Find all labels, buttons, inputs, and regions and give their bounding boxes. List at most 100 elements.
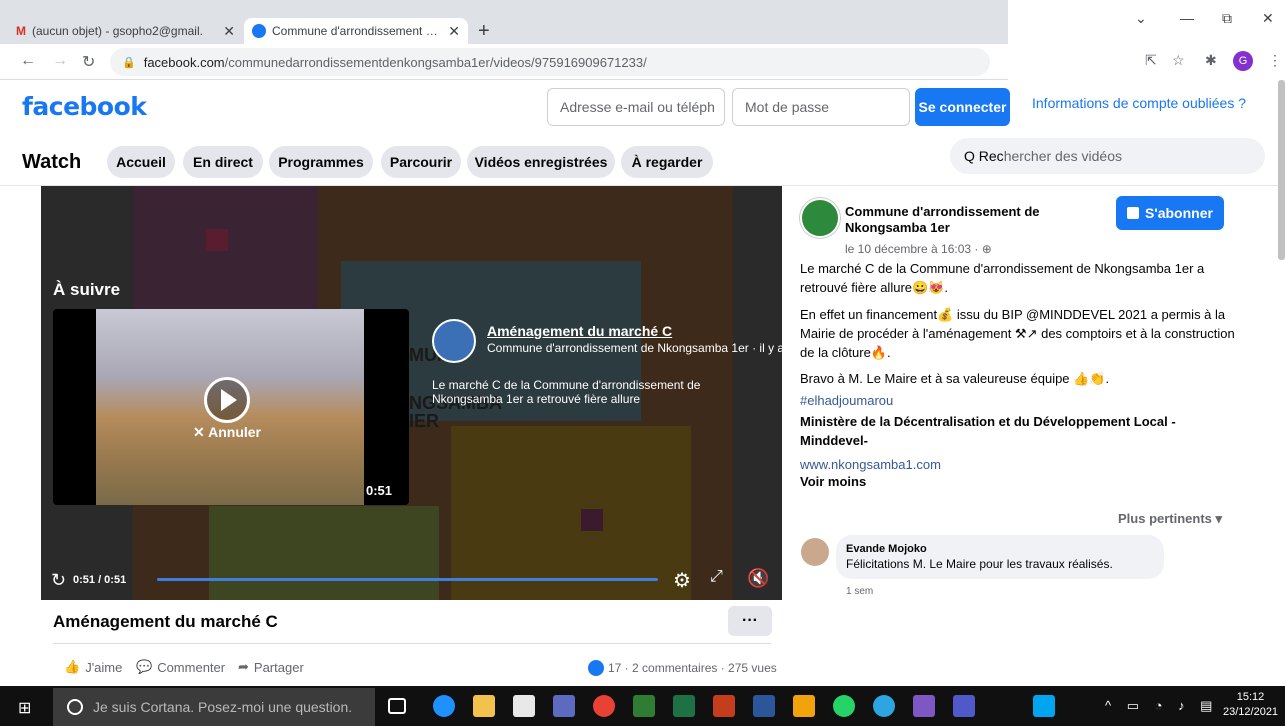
replay-icon[interactable]: ↻ — [51, 570, 66, 591]
app-icon[interactable] — [553, 695, 575, 717]
settings-gear-icon[interactable]: ⚙ — [673, 568, 691, 593]
clock-date: 23/12/2021 — [1223, 706, 1279, 718]
excel-icon[interactable] — [673, 695, 695, 717]
new-tab-button[interactable]: + — [478, 18, 490, 44]
address-bar[interactable]: 🔒 facebook.com/communedarrondissementden… — [110, 48, 990, 76]
edge-icon[interactable] — [433, 695, 455, 717]
profile-avatar[interactable]: G — [1233, 51, 1253, 71]
see-less-link[interactable]: Voir moins — [800, 474, 866, 489]
minimize-icon[interactable]: — — [1180, 10, 1194, 26]
mute-icon[interactable]: 🔇 — [747, 568, 769, 589]
hashtag-link[interactable]: #elhadjoumarou — [800, 393, 893, 408]
close-tab-icon[interactable]: ✕ — [448, 23, 460, 40]
tab-facebook[interactable]: Commune d'arrondissement de N ✕ — [244, 18, 468, 44]
play-icon — [221, 389, 237, 411]
divider — [53, 643, 771, 644]
reload-icon[interactable]: ↻ — [82, 52, 95, 72]
up-next-label: À suivre — [53, 280, 121, 299]
url-path: /communedarrondissementdenkongsamba1er/v… — [224, 54, 647, 70]
close-tab-icon[interactable]: ✕ — [223, 23, 235, 40]
bg-text-line: IER — [409, 411, 440, 431]
app-icon[interactable] — [793, 695, 815, 717]
lock-icon: 🔒 — [122, 56, 136, 69]
comment-icon: 💬 — [136, 659, 153, 674]
tab-a-regarder[interactable]: À regarder — [621, 146, 713, 178]
video-block — [581, 509, 603, 531]
like-button[interactable]: 👍 J'aime — [64, 659, 122, 675]
password-field[interactable]: Mot de passe — [732, 88, 910, 126]
next-video-title[interactable]: Aménagement du marché C — [487, 323, 672, 339]
maximize-icon[interactable]: ⧉ — [1222, 10, 1232, 27]
fullscreen-icon[interactable]: ⤢ — [710, 568, 723, 586]
like-label: J'aime — [85, 659, 123, 675]
page-name[interactable]: Commune d'arrondissement de Nkongsamba 1… — [845, 204, 1105, 236]
bookmark-star-icon[interactable]: ☆ — [1172, 52, 1185, 69]
tab-title: (aucun objet) - gsopho2@gmail. — [32, 24, 203, 38]
watch-title: Watch — [22, 151, 82, 173]
video-stats[interactable]: 17 · 2 commentaires · 275 vues — [588, 660, 777, 676]
word-icon[interactable] — [753, 695, 775, 717]
windows-start-icon[interactable]: ⊞ — [18, 698, 31, 718]
system-tray-icons[interactable]: ^ ▭ ◔ ♪ ▤ — [1105, 698, 1218, 714]
share-icon[interactable]: ⇱ — [1145, 52, 1157, 69]
tab-list-icon[interactable]: ⌄ — [1135, 10, 1147, 27]
powerpoint-icon[interactable] — [713, 695, 735, 717]
tab-videos-enregistrees[interactable]: Vidéos enregistrées — [467, 146, 615, 178]
store-icon[interactable] — [513, 695, 535, 717]
video-block — [209, 506, 439, 600]
login-button[interactable]: Se connecter — [915, 88, 1010, 126]
scrollbar[interactable] — [1278, 80, 1285, 260]
search-videos-input[interactable]: Q Rec hercher des vidéos — [950, 138, 1265, 174]
more-options-button[interactable]: ··· — [728, 606, 772, 636]
share-button[interactable]: ➦ Partager — [238, 659, 304, 675]
subscribe-button[interactable]: S'abonner — [1116, 196, 1224, 230]
cortana-search[interactable]: Je suis Cortana. Posez-moi une question. — [53, 688, 375, 726]
menu-kebab-icon[interactable]: ⋮ — [1268, 52, 1282, 69]
back-icon[interactable]: ← — [20, 52, 36, 70]
taskbar-clock[interactable]: 15:12 23/12/2021 — [1223, 690, 1278, 720]
forgot-account-link[interactable]: Informations de compte oubliées ? — [1032, 95, 1246, 111]
cancel-autoplay-button[interactable]: ✕ Annuler — [193, 424, 261, 441]
comment-time[interactable]: 1 sem — [846, 586, 873, 597]
facebook-logo[interactable]: facebook — [22, 92, 147, 121]
comment-author[interactable]: Evande Mojoko — [846, 543, 927, 555]
teams-icon[interactable] — [953, 695, 975, 717]
file-explorer-icon[interactable] — [473, 695, 495, 717]
app-icon[interactable] — [633, 695, 655, 717]
post-date[interactable]: le 10 décembre à 16:03 · ⊕ — [845, 242, 992, 256]
chrome-icon[interactable] — [593, 695, 615, 717]
app-icon[interactable] — [913, 695, 935, 717]
next-video-page[interactable]: Commune d'arrondissement de Nkongsamba 1… — [487, 341, 787, 355]
website-link[interactable]: www.nkongsamba1.com — [800, 457, 941, 472]
close-window-icon[interactable]: ✕ — [1262, 10, 1274, 27]
tab-gmail[interactable]: M (aucun objet) - gsopho2@gmail. ✕ — [8, 18, 243, 44]
email-field[interactable]: Adresse e-mail ou téléph — [547, 88, 725, 126]
forward-icon[interactable]: → — [52, 52, 68, 70]
tab-parcourir[interactable]: Parcourir — [381, 146, 461, 178]
progress-bar[interactable] — [157, 578, 658, 581]
comment-button[interactable]: 💬 Commenter — [136, 659, 225, 675]
windows-app-icon[interactable] — [1033, 695, 1055, 717]
search-prefix: Q Rec — [964, 148, 1004, 164]
video-title: Aménagement du marché C — [53, 612, 278, 631]
post-paragraph: Le marché C de la Commune d'arrondisseme… — [800, 261, 1205, 295]
post-paragraph: En effet un financement💰 issu du BIP @MI… — [800, 307, 1235, 360]
subscribe-icon — [1127, 207, 1140, 219]
extensions-icon[interactable]: ✱ — [1205, 52, 1217, 69]
subscribe-label: S'abonner — [1145, 205, 1213, 221]
next-video-description: Le marché C de la Commune d'arrondisseme… — [432, 378, 701, 406]
time-readout: 0:51 / 0:51 — [73, 574, 127, 586]
search-placeholder: hercher des vidéos — [1003, 148, 1122, 164]
next-page-avatar[interactable] — [432, 319, 476, 363]
page-avatar[interactable] — [800, 198, 840, 238]
comment-sort-dropdown[interactable]: Plus pertinents ▾ — [1118, 511, 1222, 527]
whatsapp-icon[interactable] — [833, 695, 855, 717]
share-label: Partager — [253, 659, 304, 675]
ministry-mention[interactable]: Ministère de la Décentralisation et du D… — [800, 412, 1240, 450]
tab-accueil[interactable]: Accueil — [107, 146, 175, 178]
tab-programmes[interactable]: Programmes — [269, 146, 373, 178]
tab-en-direct[interactable]: En direct — [183, 146, 263, 178]
telegram-icon[interactable] — [873, 695, 895, 717]
task-view-icon[interactable] — [388, 698, 406, 714]
commenter-avatar[interactable] — [801, 538, 829, 566]
